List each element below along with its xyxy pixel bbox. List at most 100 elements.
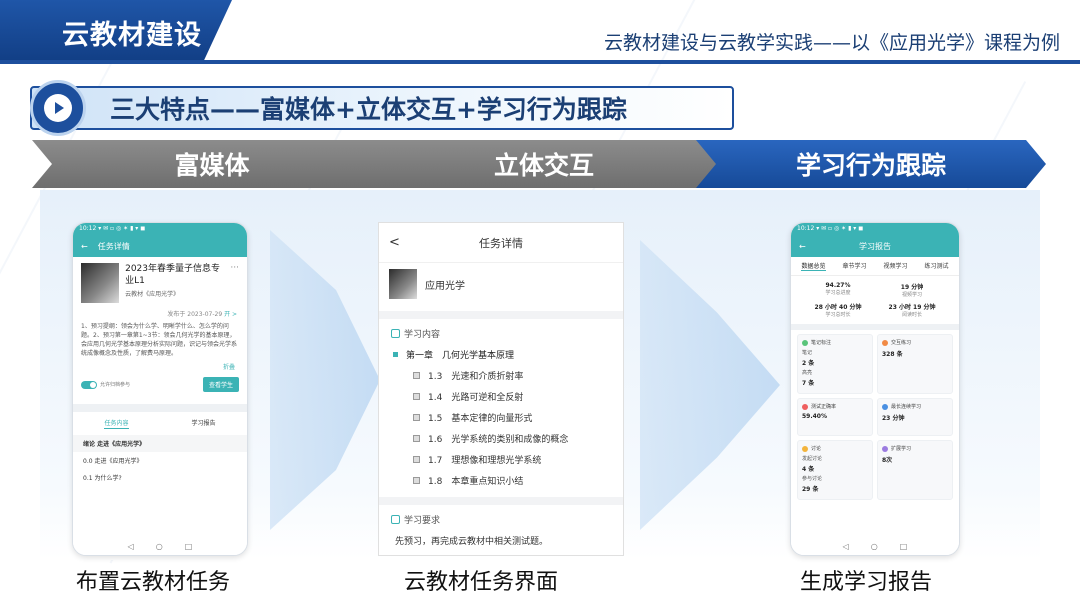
lesson-item[interactable]: 1.8 本章重点知识小结 (379, 470, 623, 491)
book-cover-image (389, 269, 417, 299)
android-nav-bar: ◁ ○ □ (791, 537, 959, 555)
lesson-item[interactable]: 1.5 基本定律的向量形式 (379, 407, 623, 428)
nav-recent-icon[interactable]: □ (185, 542, 193, 551)
chapter-item[interactable]: 0.0 走进《应用光学》 (73, 452, 247, 469)
back-arrow-icon[interactable]: ← (81, 242, 88, 251)
checkbox-icon (413, 372, 420, 379)
checkbox-icon (413, 414, 420, 421)
publish-date: 发布于 2023-07-29 开 > (73, 309, 247, 318)
card-title-label: 交互练习 (891, 340, 912, 346)
android-nav-bar: ◁ ○ □ (73, 537, 247, 555)
archive-toggle[interactable] (81, 380, 97, 389)
report-card[interactable]: 扩展学习 8次 (877, 440, 953, 500)
stat-item: 23 小时 19 分钟 阅读时长 (877, 302, 947, 318)
section-requirements: 学习要求 (379, 505, 623, 530)
tab-video-study[interactable]: 视频学习 (883, 261, 907, 271)
stat-label: 学习总进度 (825, 290, 851, 296)
lesson-label: 1.3 光速和介质折射率 (428, 372, 524, 382)
requirement-text: 先预习，再完成云教材中相关测试题。 (395, 537, 549, 547)
section-divider (379, 311, 623, 319)
card-title-label: 讨论 (811, 446, 822, 452)
tab-overview[interactable]: 数据总览 (801, 261, 826, 271)
nav-back-icon[interactable]: ◁ (128, 542, 134, 551)
lesson-item[interactable]: 1.3 光速和介质折射率 (379, 365, 623, 386)
bullet-icon (393, 352, 398, 357)
card-value: 328 条 (882, 351, 903, 358)
card-title-label: 扩展学习 (891, 446, 912, 452)
report-cards: 笔记标注 笔记 2 条高亮 7 条 交互练习 328 条测试正确率 59.40% 最长连续学习… (791, 330, 959, 504)
back-arrow-icon[interactable]: < (389, 235, 400, 250)
card-icon (802, 339, 808, 346)
report-card[interactable]: 讨论 发起讨论 4 条参与讨论 29 条 (797, 440, 873, 500)
lesson-label: 1.8 本章重点知识小结 (428, 477, 524, 487)
document-icon (391, 515, 400, 524)
card-value: 23 分钟 (882, 415, 905, 422)
lesson-item[interactable]: 1.7 理想像和理想光学系统 (379, 449, 623, 470)
status-bar: 10:12 ▾ ✉ ▫ ◎ ✶ ▮ ▾ ◼ (791, 223, 959, 235)
card-line-label: 发起讨论 (802, 456, 823, 462)
tab-learning-report[interactable]: 学习报告 (191, 418, 215, 429)
card-title-label: 测试正确率 (811, 404, 837, 410)
card-value: 59.40% (802, 413, 827, 420)
card-title: 最长连续学习 (882, 403, 948, 410)
card-title-label: 最长连续学习 (891, 404, 922, 410)
report-card[interactable]: 交互练习 328 条 (877, 334, 953, 394)
book-entry[interactable]: 应用光学 (379, 263, 623, 305)
chapter-heading[interactable]: 第一章 几何光学基本原理 (379, 344, 623, 365)
step-label: 富媒体 (174, 151, 250, 180)
back-arrow-icon[interactable]: ← (799, 242, 806, 251)
tab-practice-test[interactable]: 练习测试 (924, 261, 948, 271)
stat-item: 19 分钟 视频学习 (877, 282, 947, 298)
chapter-item[interactable]: 0.1 为什么学? (73, 469, 247, 486)
tab-chapter-study[interactable]: 章节学习 (842, 261, 866, 271)
nav-home-icon[interactable]: ○ (156, 542, 163, 551)
course-cover-image (81, 263, 120, 303)
card-title: 扩展学习 (882, 445, 948, 452)
task-controls: 允许归档参与 查看学生 (73, 371, 247, 398)
stat-label: 学习总时长 (825, 312, 851, 318)
report-tabs: 数据总览 章节学习 视频学习 练习测试 (791, 257, 959, 276)
slide-header: 云教材建设 云教材建设与云教学实践——以《应用光学》课程为例 (0, 0, 1080, 66)
collapse-link[interactable]: 折叠 (73, 362, 247, 371)
step-rich-media: 富媒体 (32, 140, 392, 188)
step-interaction: 立体交互 (364, 140, 724, 188)
stat-value: 23 小时 19 分钟 (888, 304, 936, 311)
section-learning-content: 学习内容 (379, 319, 623, 344)
card-title: 笔记标注 (802, 339, 868, 346)
app-header: ← 学习报告 (791, 235, 959, 257)
nav-home-icon[interactable]: ○ (871, 542, 878, 551)
checkbox-icon (413, 477, 420, 484)
stat-value: 94.27% (825, 282, 851, 289)
card-icon (882, 339, 888, 346)
report-card[interactable]: 最长连续学习 23 分钟 (877, 398, 953, 436)
checkbox-icon (413, 456, 420, 463)
app-header: ← 任务详情 (73, 235, 247, 257)
nav-back-icon[interactable]: ◁ (843, 542, 849, 551)
phone-learning-report: 10:12 ▾ ✉ ▫ ◎ ✶ ▮ ▾ ◼ ← 学习报告 数据总览 章节学习 视… (790, 222, 960, 556)
card-value: 8次 (882, 457, 893, 464)
publish-date-text: 发布于 2023-07-29 (167, 311, 223, 318)
document-icon (391, 329, 400, 338)
chapter-title: 第一章 几何光学基本原理 (406, 351, 515, 361)
lesson-item[interactable]: 1.6 光学系统的类别和成像的概念 (379, 428, 623, 449)
stat-label: 视频学习 (901, 292, 922, 298)
archive-toggle-label: 允许归档参与 (100, 382, 131, 388)
task-description: 1、预习提纲：领会为什么学、明晰学什么、怎么学的问题。2、预习第一章第1~3节：… (81, 323, 238, 357)
tab-task-content[interactable]: 任务内容 (104, 418, 129, 429)
report-card[interactable]: 笔记标注 笔记 2 条高亮 7 条 (797, 334, 873, 394)
card-value: 7 条 (802, 380, 815, 387)
more-options-icon[interactable]: ··· (230, 263, 239, 303)
header-subtitle: 云教材建设与云教学实践——以《应用光学》课程为例 (603, 32, 1060, 54)
course-name: 2023年春季量子信息专业L1 (125, 264, 221, 286)
publish-date-link[interactable]: 开 > (224, 311, 237, 318)
card-icon (882, 445, 888, 452)
report-card[interactable]: 测试正确率 59.40% (797, 398, 873, 436)
lesson-label: 1.6 光学系统的类别和成像的概念 (428, 435, 569, 445)
card-title-label: 笔记标注 (811, 340, 832, 346)
nav-recent-icon[interactable]: □ (900, 542, 908, 551)
view-students-button[interactable]: 查看学生 (202, 377, 239, 392)
lesson-item[interactable]: 1.4 光路可逆和全反射 (379, 386, 623, 407)
stat-item: 94.27% 学习总进度 (803, 282, 873, 298)
card-value: 4 条 (802, 466, 815, 473)
chapter-item[interactable]: 绪论 走进《应用光学》 (73, 435, 247, 452)
